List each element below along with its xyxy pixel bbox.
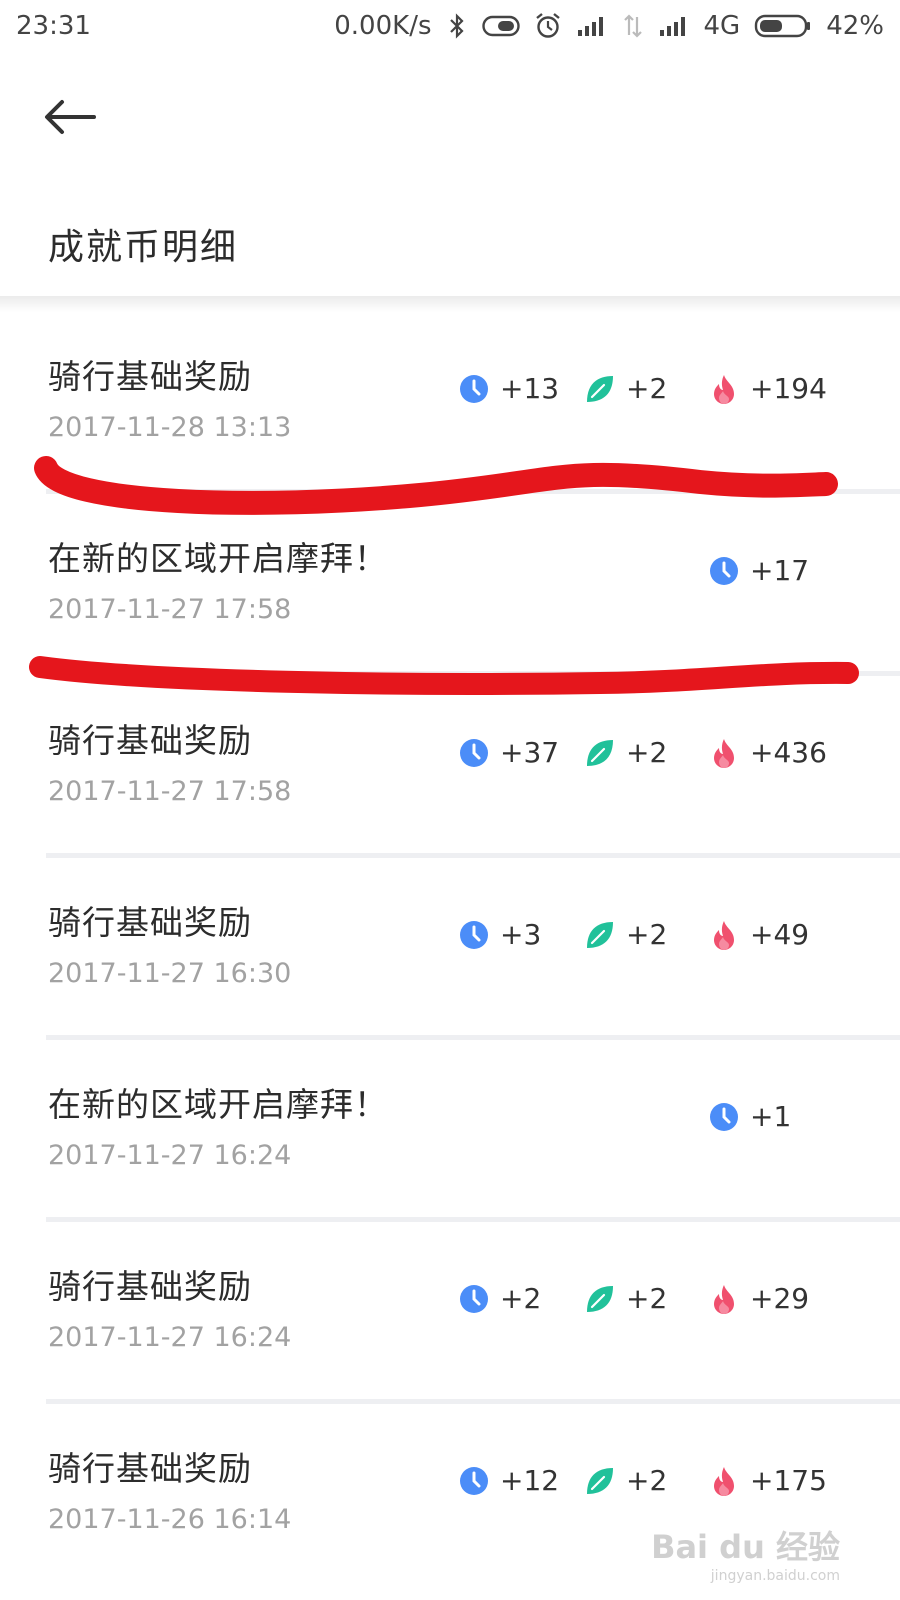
- leaf-icon: [584, 373, 616, 405]
- back-button[interactable]: [40, 92, 100, 142]
- page-title: 成就币明细: [48, 227, 239, 268]
- leaf-reward: +2: [584, 372, 667, 405]
- reward-group: +13 +2 +194: [458, 372, 878, 412]
- record-title: 骑行基础奖励: [48, 721, 252, 760]
- fire-reward-value: +49: [750, 918, 810, 951]
- clock-icon: [458, 1283, 490, 1315]
- fire-reward-value: +175: [750, 1464, 827, 1497]
- watermark-logo: Bai du 经验: [651, 1528, 840, 1566]
- flame-icon: [708, 373, 740, 405]
- leaf-reward: +2: [584, 1464, 667, 1497]
- battery-percent: 42%: [826, 11, 884, 41]
- record-time: 2017-11-28 13:13: [48, 412, 292, 443]
- fire-reward: +29: [708, 1282, 809, 1315]
- reward-group: +3 +2 +49: [458, 918, 878, 958]
- leaf-icon: [584, 1283, 616, 1315]
- status-right-group: 0.00K/s 4G 42%: [334, 11, 884, 41]
- clock-icon: [458, 1465, 490, 1497]
- signal-2-icon: [658, 14, 690, 38]
- record-time: 2017-11-27 16:30: [48, 958, 292, 989]
- time-reward: +17: [708, 554, 809, 587]
- time-reward-value: +2: [500, 1282, 542, 1315]
- clock-icon: [458, 373, 490, 405]
- flame-icon: [708, 1283, 740, 1315]
- leaf-reward-value: +2: [626, 1464, 668, 1497]
- fire-reward: +194: [708, 372, 827, 405]
- time-reward: +1: [708, 1100, 791, 1133]
- leaf-reward-value: +2: [626, 1282, 668, 1315]
- record-title: 骑行基础奖励: [48, 1267, 252, 1306]
- leaf-reward-value: +2: [626, 736, 668, 769]
- watermark-url: jingyan.baidu.com: [710, 1568, 840, 1584]
- flame-icon: [708, 737, 740, 769]
- fire-reward-value: +436: [750, 736, 827, 769]
- fire-reward: +49: [708, 918, 809, 951]
- time-reward-value: +1: [750, 1100, 792, 1133]
- clock-icon: [708, 555, 740, 587]
- record-title: 在新的区域开启摩拜！: [48, 1085, 388, 1124]
- status-time: 23:31: [16, 11, 91, 41]
- bluetooth-icon: [446, 13, 468, 39]
- clock-icon: [458, 919, 490, 951]
- network-speed: 0.00K/s: [334, 11, 432, 41]
- fire-reward: +175: [708, 1464, 827, 1497]
- flame-icon: [708, 1465, 740, 1497]
- record-time: 2017-11-26 16:14: [48, 1504, 292, 1535]
- time-reward-value: +12: [500, 1464, 560, 1497]
- reward-group: +37 +2 +436: [458, 736, 878, 776]
- flame-icon: [708, 919, 740, 951]
- record-title: 骑行基础奖励: [48, 357, 252, 396]
- time-reward-value: +3: [500, 918, 542, 951]
- leaf-reward-value: +2: [626, 918, 668, 951]
- watermark: Bai du 经验 jingyan.baidu.com: [651, 1522, 840, 1584]
- list-item[interactable]: 在新的区域开启摩拜！ 2017-11-27 16:24 +1: [46, 1040, 900, 1222]
- signal-1-icon: [576, 14, 608, 38]
- fire-reward: +436: [708, 736, 827, 769]
- status-bar: 23:31 0.00K/s 4G 42%: [0, 0, 900, 52]
- record-time: 2017-11-27 17:58: [48, 776, 292, 807]
- reward-group: +12 +2 +175: [458, 1464, 878, 1504]
- record-title: 骑行基础奖励: [48, 1449, 252, 1488]
- time-reward: +2: [458, 1282, 541, 1315]
- fire-reward-value: +29: [750, 1282, 810, 1315]
- record-time: 2017-11-27 16:24: [48, 1140, 292, 1171]
- leaf-reward: +2: [584, 736, 667, 769]
- list-item[interactable]: 骑行基础奖励 2017-11-27 16:24 +2 +2 +29: [46, 1222, 900, 1404]
- time-reward: +3: [458, 918, 541, 951]
- leaf-reward-value: +2: [626, 372, 668, 405]
- time-reward-value: +13: [500, 372, 560, 405]
- leaf-reward: +2: [584, 918, 667, 951]
- toggle-icon: [481, 15, 520, 37]
- reward-group: +17: [458, 554, 878, 594]
- list-item[interactable]: 在新的区域开启摩拜！ 2017-11-27 17:58 +17: [46, 494, 900, 676]
- leaf-reward: +2: [584, 1282, 667, 1315]
- leaf-icon: [584, 1465, 616, 1497]
- record-time: 2017-11-27 17:58: [48, 594, 292, 625]
- time-reward: +12: [458, 1464, 559, 1497]
- leaf-icon: [584, 919, 616, 951]
- record-title: 骑行基础奖励: [48, 903, 252, 942]
- clock-icon: [458, 737, 490, 769]
- battery-icon: [754, 13, 812, 39]
- record-time: 2017-11-27 16:24: [48, 1322, 292, 1353]
- clock-icon: [708, 1101, 740, 1133]
- list-item[interactable]: 骑行基础奖励 2017-11-27 17:58 +37 +2 +436: [46, 676, 900, 858]
- list-item[interactable]: 骑行基础奖励 2017-11-28 13:13 +13 +2 +194: [46, 312, 900, 494]
- reward-group: +2 +2 +29: [458, 1282, 878, 1322]
- time-reward: +37: [458, 736, 559, 769]
- reward-group: +1: [458, 1100, 878, 1140]
- list-item[interactable]: 骑行基础奖励 2017-11-27 16:30 +3 +2 +49: [46, 858, 900, 1040]
- header-divider: [0, 296, 900, 312]
- alarm-icon: [534, 12, 562, 40]
- time-reward-value: +37: [500, 736, 560, 769]
- fire-reward-value: +194: [750, 372, 827, 405]
- leaf-icon: [584, 737, 616, 769]
- back-arrow-icon: [45, 100, 96, 134]
- data-transfer-icon: [622, 13, 644, 39]
- record-title: 在新的区域开启摩拜！: [48, 539, 388, 578]
- time-reward-value: +17: [750, 554, 810, 587]
- time-reward: +13: [458, 372, 559, 405]
- record-list[interactable]: 骑行基础奖励 2017-11-28 13:13 +13 +2 +194 在新的区…: [0, 312, 900, 1586]
- network-type: 4G: [703, 11, 741, 41]
